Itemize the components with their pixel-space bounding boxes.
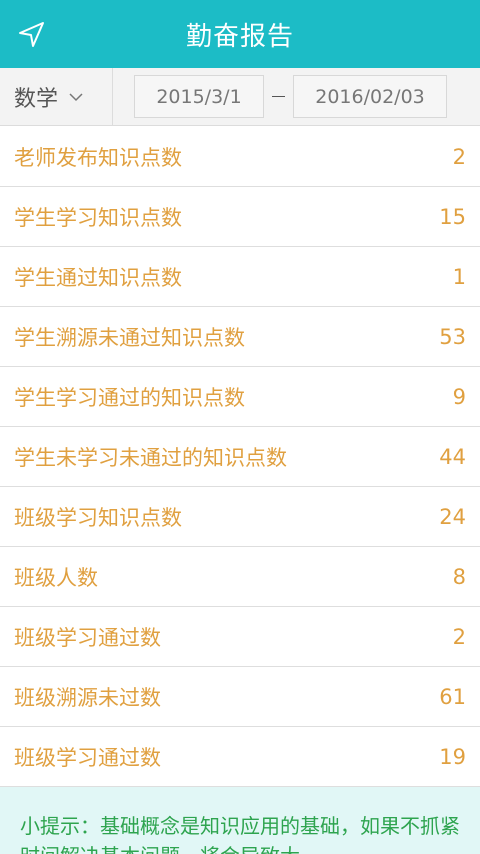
filter-bar: 数学 2015/3/1 2016/02/03 [0, 68, 480, 126]
stat-row: 班级学习通过数 2 [0, 607, 480, 667]
stat-row: 学生学习知识点数 15 [0, 187, 480, 247]
back-button[interactable] [14, 16, 50, 52]
stat-label: 班级学习知识点数 [14, 505, 182, 530]
stat-row: 学生溯源未通过知识点数 53 [0, 307, 480, 367]
stat-row: 学生通过知识点数 1 [0, 247, 480, 307]
stat-row: 学生未学习未通过的知识点数 44 [0, 427, 480, 487]
subject-label: 数学 [14, 87, 59, 112]
stat-label: 学生学习知识点数 [14, 205, 182, 230]
stat-row: 老师发布知识点数 2 [0, 127, 480, 187]
stat-row: 班级溯源未过数 61 [0, 667, 480, 727]
stat-value: 24 [439, 504, 466, 529]
tip-panel: 小提示：基础概念是知识应用的基础，如果不抓紧时间解决基本问题，将会导致大 [0, 787, 480, 854]
stat-label: 学生溯源未通过知识点数 [14, 325, 245, 350]
stat-value: 2 [452, 144, 466, 169]
filter-divider [112, 68, 113, 126]
stat-value: 8 [452, 564, 466, 589]
end-date-field[interactable]: 2016/02/03 [293, 75, 447, 118]
start-date-field[interactable]: 2015/3/1 [134, 75, 264, 118]
stat-label: 学生学习通过的知识点数 [14, 385, 245, 410]
date-range-dash [272, 96, 285, 97]
stat-label: 老师发布知识点数 [14, 145, 182, 170]
stat-label: 班级人数 [14, 565, 98, 590]
tip-text: 小提示：基础概念是知识应用的基础，如果不抓紧时间解决基本问题，将会导致大 [20, 814, 460, 854]
stat-value: 1 [452, 264, 466, 289]
chevron-down-icon [68, 89, 84, 105]
stat-value: 9 [452, 384, 466, 409]
stat-value: 2 [452, 624, 466, 649]
stat-label: 学生未学习未通过的知识点数 [14, 445, 287, 470]
stat-value: 15 [439, 204, 466, 229]
stat-value: 19 [439, 744, 466, 769]
app-header: 勤奋报告 [0, 0, 480, 68]
stat-row: 班级学习通过数 19 [0, 727, 480, 787]
stat-label: 班级溯源未过数 [14, 685, 161, 710]
page-title: 勤奋报告 [185, 21, 294, 52]
subject-dropdown[interactable]: 数学 [14, 68, 84, 126]
stat-value: 61 [439, 684, 466, 709]
stat-label: 班级学习通过数 [14, 625, 161, 650]
navigation-arrow-icon [19, 22, 44, 47]
stat-value: 53 [439, 324, 466, 349]
stat-row: 班级学习知识点数 24 [0, 487, 480, 547]
stat-value: 44 [439, 444, 466, 469]
stat-row: 班级人数 8 [0, 547, 480, 607]
stats-list: 老师发布知识点数 2 学生学习知识点数 15 学生通过知识点数 1 学生溯源未通过知识… [0, 127, 480, 787]
stat-label: 班级学习通过数 [14, 745, 161, 770]
stat-row: 学生学习通过的知识点数 9 [0, 367, 480, 427]
stat-label: 学生通过知识点数 [14, 265, 182, 290]
